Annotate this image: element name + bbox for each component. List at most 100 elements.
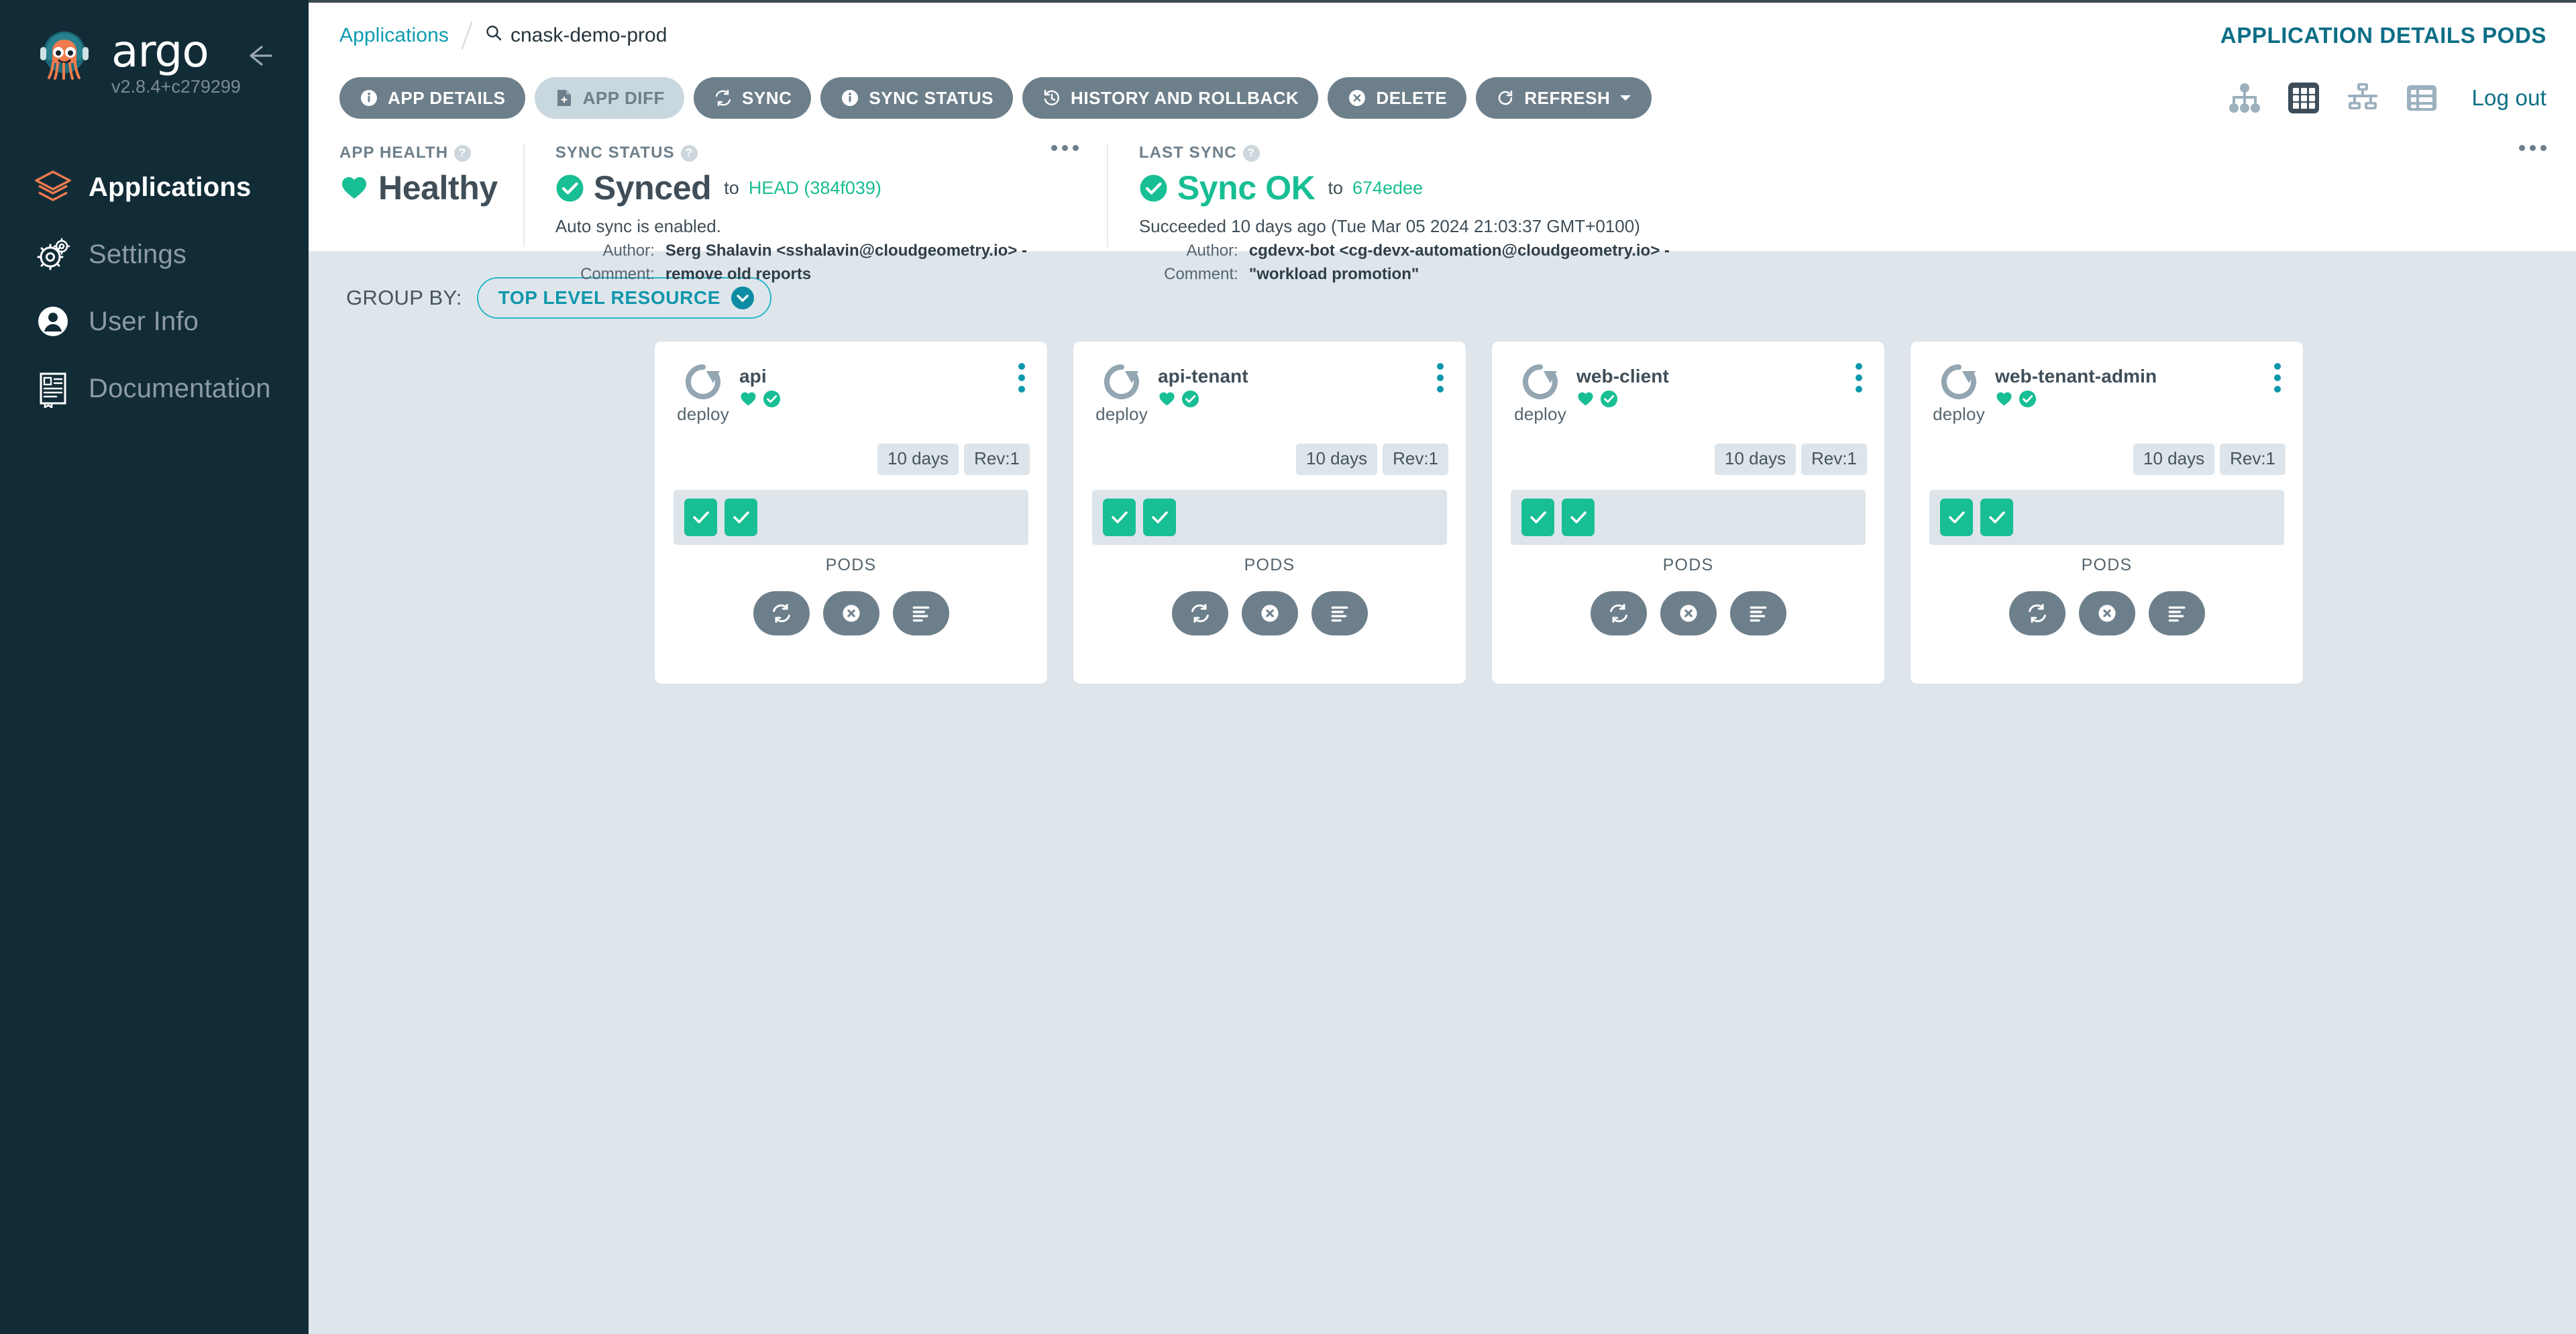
resource-card[interactable]: deploy web-tenant-admin 10 days Rev:1 PO… (1911, 342, 2303, 684)
app-details-button[interactable]: APP DETAILS (339, 77, 525, 119)
tree-view-icon[interactable] (2227, 81, 2262, 115)
sync-status-value: Synced (593, 169, 712, 207)
sync-status-author-value: Serg Shalavin <sshalavin@cloudgeometry.i… (665, 242, 1027, 260)
app-health-value: Healthy (378, 169, 498, 207)
sync-status-revision[interactable]: HEAD (384f039) (749, 178, 881, 199)
card-resource-name[interactable]: api (739, 366, 781, 387)
sync-status-author-row: Author: Serg Shalavin <sshalavin@cloudge… (555, 242, 1081, 260)
sidebar-item-settings[interactable]: Settings (0, 221, 309, 288)
last-sync-revision[interactable]: 674edee (1352, 178, 1423, 199)
question-icon[interactable]: ? (454, 144, 472, 162)
card-menu-icon[interactable] (1856, 363, 1862, 393)
delete-icon[interactable] (822, 591, 879, 635)
history-icon (1042, 88, 1062, 108)
pod-indicator[interactable] (684, 499, 717, 536)
card-resource-name[interactable]: web-client (1576, 366, 1669, 387)
delete-icon[interactable] (2078, 591, 2135, 635)
sync-status-panel: SYNC STATUS ? Synced to HEAD (384f039) A… (525, 141, 1108, 283)
question-icon[interactable]: ? (1242, 144, 1260, 162)
breadcrumb-applications-link[interactable]: Applications (339, 24, 449, 47)
last-sync-author-key: Author: (1186, 242, 1238, 260)
logs-icon[interactable] (1311, 591, 1368, 635)
logs-icon[interactable] (892, 591, 949, 635)
last-sync-to-label: to (1328, 177, 1343, 198)
resource-card[interactable]: deploy web-client 10 days Rev:1 PODS (1492, 342, 1884, 684)
sync-button[interactable]: SYNC (693, 77, 812, 119)
toolbar-buttons: APP DETAILS APP DIFF SYNC SYNC STATUS HI… (339, 77, 1652, 119)
pod-indicator[interactable] (1143, 499, 1176, 536)
sync-status-button[interactable]: SYNC STATUS (820, 77, 1014, 119)
delete-button[interactable]: DELETE (1328, 77, 1467, 119)
status-strip: APP HEALTH ? Healthy SYNC STATUS ? Synce… (309, 127, 2576, 283)
action-toolbar: APP DETAILS APP DIFF SYNC SYNC STATUS HI… (309, 68, 2576, 127)
breadcrumb-current: cnask-demo-prod (485, 24, 667, 47)
pod-indicator[interactable] (1980, 499, 2013, 536)
card-header: deploy web-tenant-admin (1911, 342, 2303, 425)
last-sync-value: Sync OK (1177, 169, 1316, 207)
logs-icon[interactable] (1729, 591, 1786, 635)
delete-icon[interactable] (1241, 591, 1298, 635)
card-kind-label: deploy (1933, 404, 1985, 424)
last-sync-comment-value: "workload promotion" (1248, 265, 1419, 283)
sync-status-title-label: SYNC STATUS (555, 144, 675, 162)
toolbar-button-label: DELETE (1376, 87, 1448, 108)
heart-icon (1576, 390, 1595, 408)
card-resource-name[interactable]: web-tenant-admin (1995, 366, 2157, 387)
sidebar: argo v2.8.4+c279299 Applications Setting… (0, 0, 309, 1334)
sync-status-to-label: to (724, 177, 739, 198)
logs-icon[interactable] (2148, 591, 2205, 635)
arrow-left-icon[interactable] (241, 42, 275, 70)
history-and-rollback-button[interactable]: HISTORY AND ROLLBACK (1022, 77, 1319, 119)
sync-icon[interactable] (1171, 591, 1228, 635)
sync-icon[interactable] (1590, 591, 1647, 635)
resources-body: GROUP BY: TOP LEVEL RESOURCE deploy api … (309, 252, 2576, 1334)
card-pods-label: PODS (1662, 556, 1714, 574)
sidebar-item-applications[interactable]: Applications (0, 154, 309, 221)
rollout-icon (1518, 362, 1562, 402)
pod-indicator[interactable] (1521, 499, 1554, 536)
card-menu-icon[interactable] (1437, 363, 1444, 393)
refresh-button[interactable]: REFRESH (1476, 77, 1652, 119)
pod-indicator[interactable] (1103, 499, 1136, 536)
search-icon[interactable] (485, 24, 502, 47)
pod-indicator[interactable] (724, 499, 757, 536)
pod-indicator[interactable] (1562, 499, 1595, 536)
list-view-icon[interactable] (2404, 81, 2439, 115)
card-tags: 10 days Rev:1 (1492, 444, 1884, 475)
more-horizontal-icon[interactable] (1051, 145, 1079, 151)
sidebar-item-user-info[interactable]: User Info (0, 288, 309, 355)
card-status-badges (739, 390, 781, 408)
sync-status-note: Auto sync is enabled. (555, 216, 721, 236)
question-icon[interactable]: ? (680, 144, 698, 162)
gear-icon (32, 234, 74, 275)
toolbar-button-label: APP DIFF (582, 87, 665, 108)
more-horizontal-icon[interactable] (2519, 145, 2546, 151)
last-sync-author-value: cgdevx-bot <cg-devx-automation@cloudgeom… (1248, 242, 1670, 260)
card-revision-tag: Rev:1 (1383, 444, 1448, 475)
network-view-icon[interactable] (2345, 81, 2380, 115)
sync-icon[interactable] (753, 591, 810, 635)
toolbar-button-label: SYNC STATUS (869, 87, 994, 108)
pods-view-icon[interactable] (2286, 81, 2321, 115)
resource-card[interactable]: deploy api 10 days Rev:1 PODS (655, 342, 1047, 684)
pod-indicator[interactable] (1940, 499, 1973, 536)
card-menu-icon[interactable] (1018, 363, 1025, 393)
sync-status-comment-key: Comment: (580, 265, 655, 283)
card-menu-icon[interactable] (2274, 363, 2281, 393)
sync-icon[interactable] (2008, 591, 2065, 635)
card-kind: deploy (1092, 362, 1151, 425)
resource-card[interactable]: deploy api-tenant 10 days Rev:1 PODS (1073, 342, 1466, 684)
card-title-block: api (739, 362, 781, 425)
app-health-title-label: APP HEALTH (339, 144, 449, 162)
breadcrumb-separator (461, 21, 473, 50)
card-pods-label: PODS (1244, 556, 1295, 574)
logout-button[interactable]: Log out (2471, 85, 2546, 111)
sync-status-title: SYNC STATUS ? (555, 144, 1081, 162)
sidebar-item-documentation[interactable]: Documentation (0, 355, 309, 422)
heart-icon (339, 173, 369, 203)
rollout-icon (1099, 362, 1144, 402)
app-diff-button[interactable]: APP DIFF (534, 77, 684, 119)
delete-icon[interactable] (1660, 591, 1717, 635)
card-resource-name[interactable]: api-tenant (1158, 366, 1248, 387)
sidebar-item-label: Applications (89, 172, 252, 202)
